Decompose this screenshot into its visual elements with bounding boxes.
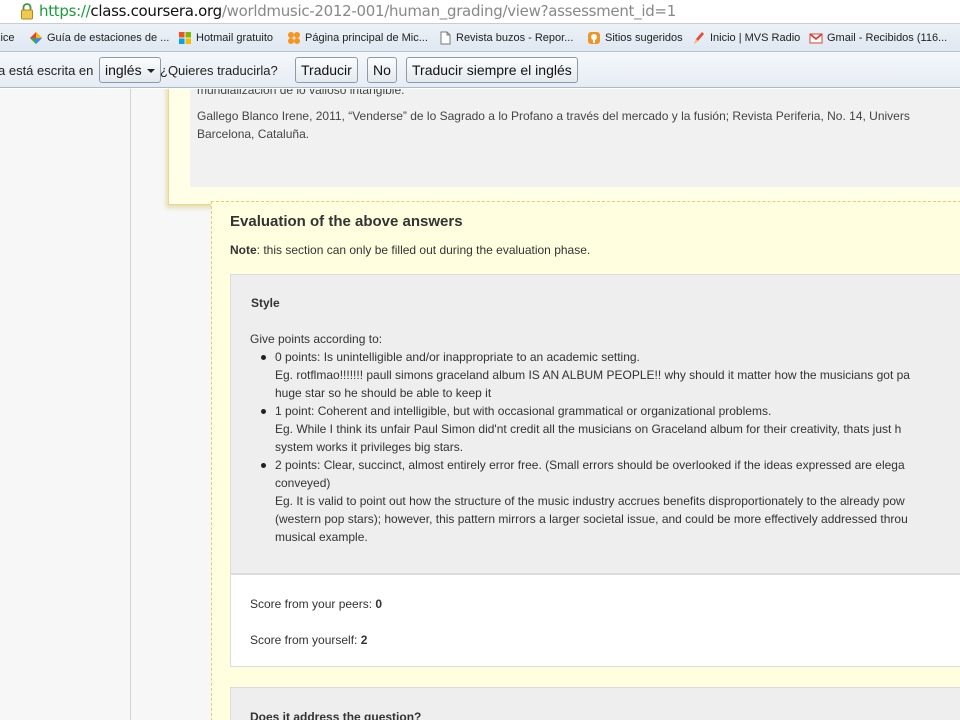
criterion-line: (western pop stars); however, this patte… [275,512,908,526]
bookmark-label: Página principal de Mic... [305,32,428,44]
criterion-line: system works it privileges big stars. [275,440,464,454]
google-icon [30,32,42,44]
criterion-line: 0 points: Is unintelligible and/or inapp… [275,350,640,364]
orange-badge-icon [588,32,600,44]
page-icon [440,31,451,45]
bookmark-item[interactable]: lice [0,30,15,46]
language-select[interactable]: inglés [99,57,161,83]
answer-text: mundialización de lo valioso intangible. [197,89,405,97]
url-scheme: https:// [39,2,91,20]
language-label: inglés [105,62,142,78]
bookmark-item[interactable]: Página principal de Mic... [287,30,428,46]
self-score: Score from yourself: 2 [250,631,367,649]
translate-button[interactable]: Traducir [295,57,358,83]
self-score-value: 2 [360,633,368,647]
peer-score: Score from your peers: 0 [250,595,382,613]
score-box [230,574,960,667]
translate-bar: a está escrita en inglés ¿Quieres traduc… [0,52,960,88]
criterion-line: Eg. rotflmao!!!!!!! paull simons gracela… [275,368,910,382]
bookmark-item[interactable]: Guía de estaciones de ... [29,30,169,46]
lock-icon [21,3,33,20]
gmail-icon [809,33,823,44]
translate-question: ¿Quieres traducirla? [160,63,278,78]
answer-text: Barcelona, Cataluña. [197,127,310,141]
url-path: /worldmusic-2012-001/human_grading/view?… [221,2,676,20]
bookmark-label: Revista buzos - Repor... [456,32,574,44]
bookmark-item[interactable]: Hotmail gratuito [178,30,273,46]
criterion-intro: Give points according to: [250,332,383,346]
left-gutter [0,89,131,720]
bookmark-label: Hotmail gratuito [196,32,274,44]
note-label: Note [230,243,257,257]
bullet-icon [261,355,266,360]
bookmark-item[interactable]: Gmail - Recibidos (116... [809,30,947,46]
evaluation-title: Evaluation of the above answers [230,213,463,230]
self-score-label: Score from yourself: [250,633,361,647]
pencil-icon [694,32,704,44]
answer-text: Gallego Blanco Irene, 2011, “Venderse” d… [197,109,910,123]
no-button[interactable]: No [367,57,397,83]
criterion-line: musical example. [275,530,368,544]
note-text: : this section can only be filled out du… [256,243,591,257]
evaluation-note: Note: this section can only be filled ou… [230,243,590,257]
bookmark-label: lice [0,32,15,44]
bookmark-label: Guía de estaciones de ... [47,32,170,44]
peer-score-label: Score from your peers: [250,597,376,611]
criterion-heading: Style [251,296,280,310]
windows-flag-icon [179,32,191,44]
url-text[interactable]: https://class.coursera.org/worldmusic-20… [39,2,676,20]
bookmark-item[interactable]: Inicio | MVS Radio [692,30,800,46]
criterion-line: conveyed) [275,476,331,490]
bullet-icon [261,409,266,414]
bookmark-label: Gmail - Recibidos (116... [827,32,948,44]
bookmark-item[interactable]: Sitios sugeridos [587,30,683,46]
criterion-line: Eg. While I think its unfair Paul Simon … [275,422,902,436]
url-host: class.coursera.org [90,2,222,20]
bookmark-item[interactable]: Revista buzos - Repor... [438,30,573,46]
translate-prefix: a está escrita en [0,63,94,78]
address-bar[interactable]: https://class.coursera.org/worldmusic-20… [0,0,960,24]
bookmark-label: Sitios sugeridos [605,32,683,44]
next-criterion-heading: Does it address the question? [250,710,422,720]
bullet-icon [261,463,266,468]
bookmark-label: Inicio | MVS Radio [710,32,801,44]
criterion-line: Eg. It is valid to point out how the str… [275,494,905,508]
criterion-line: huge star so he should be able to keep i… [275,386,492,400]
msn-icon [288,32,300,44]
always-translate-button[interactable]: Traducir siempre el inglés [406,57,578,83]
criterion-line: 2 points: Clear, succinct, almost entire… [275,458,905,472]
chevron-down-icon [146,69,155,73]
page-viewport[interactable]: mundialización de lo valioso intangible.… [0,89,960,720]
peer-score-value: 0 [375,597,383,611]
bookmarks-bar: lice Guía de estaciones de ... Hotmail g… [0,24,960,52]
criterion-line: 1 point: Coherent and intelligible, but … [275,404,772,418]
